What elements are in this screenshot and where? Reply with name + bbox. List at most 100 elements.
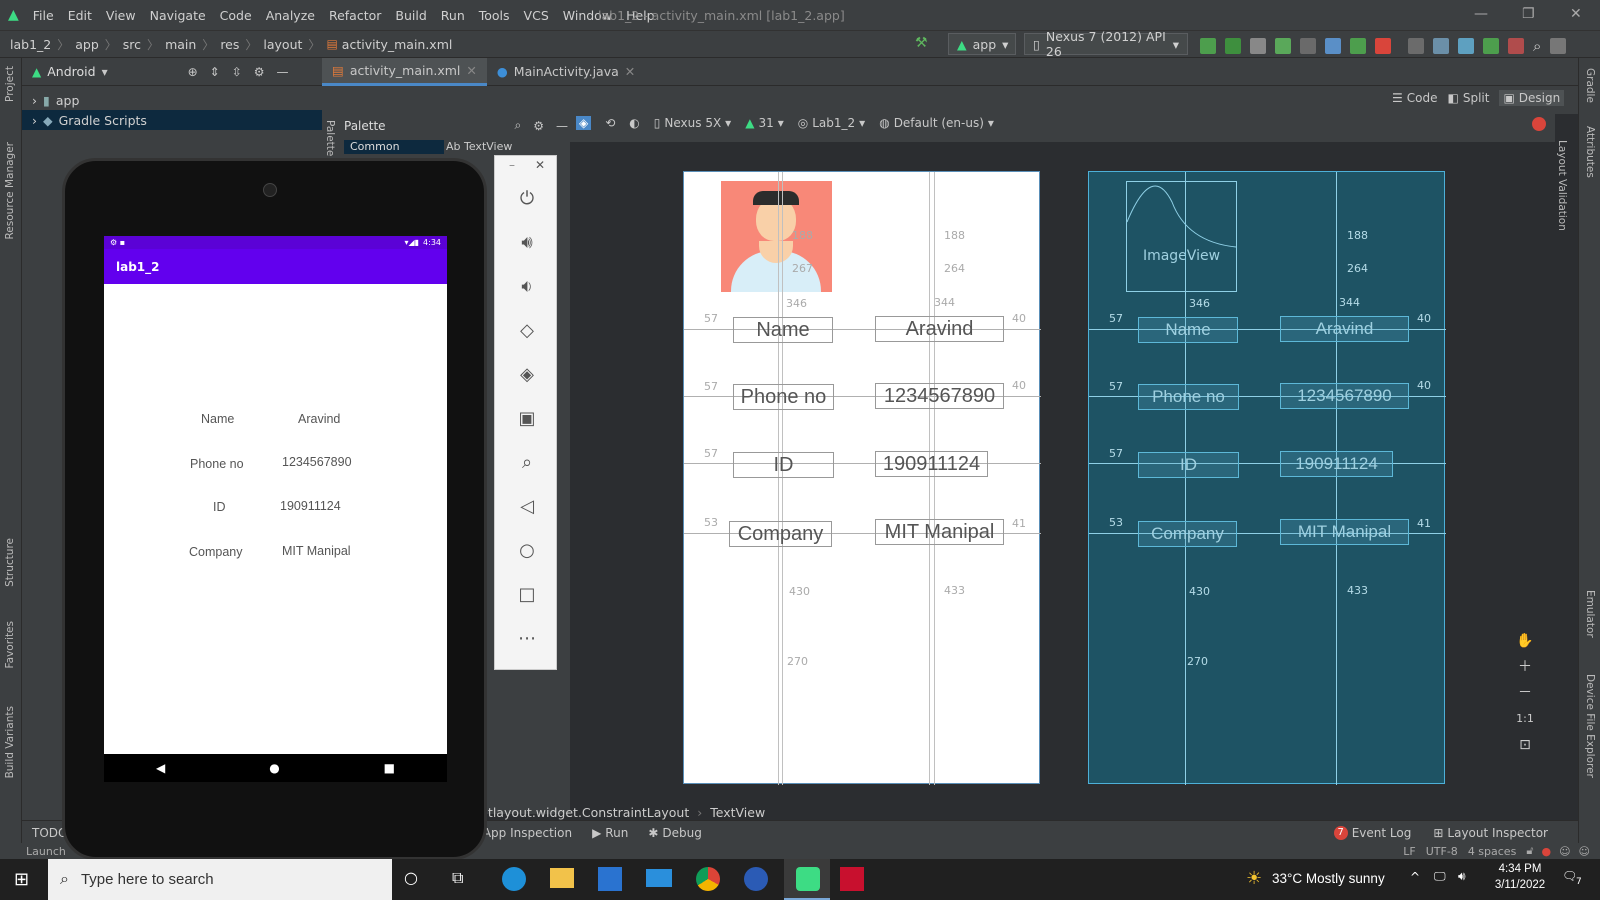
emulator-screen[interactable]: ⚙ ▪ ▾◢▮ 4:34 lab1_2 Name Aravind Phone n… [104, 236, 447, 782]
zoom-out-icon[interactable]: － [1510, 682, 1540, 704]
menu-navigate[interactable]: Navigate [150, 8, 206, 23]
bp-value-company[interactable]: MIT Manipal [1280, 519, 1409, 545]
line-separator[interactable]: LF [1403, 845, 1415, 858]
emulator-tab[interactable]: Emulator [1584, 590, 1596, 638]
locate-icon[interactable]: ⊕ [188, 65, 198, 79]
indent-setting[interactable]: 4 spaces [1468, 845, 1517, 858]
profile-icon[interactable] [1300, 38, 1316, 54]
project-structure-icon[interactable] [1408, 38, 1424, 54]
menu-edit[interactable]: Edit [68, 8, 92, 23]
sync-icon[interactable] [1458, 38, 1474, 54]
zoom-actual-size-button[interactable]: 1:1 [1510, 708, 1540, 730]
screenshot-icon[interactable]: ▣ [515, 408, 539, 432]
palette-side-tab[interactable]: Palette [324, 120, 336, 156]
bp-value-id[interactable]: 190911124 [1280, 451, 1393, 477]
code-mode-button[interactable]: ☰ Code [1392, 91, 1438, 105]
run-config-select[interactable]: ▲ app ▾ [948, 33, 1016, 55]
windows-start-icon[interactable]: ⊞ [14, 869, 29, 890]
weather-text[interactable]: 33°C Mostly sunny [1272, 871, 1385, 886]
acrobat-icon[interactable] [840, 867, 864, 891]
label-phone[interactable]: Phone no [733, 384, 834, 410]
mail-icon[interactable] [646, 869, 672, 887]
palette-item-textview[interactable]: Ab TextView [446, 140, 512, 153]
label-name[interactable]: Name [733, 317, 833, 343]
word-icon[interactable] [744, 867, 768, 891]
attributes-tab[interactable]: Attributes [1584, 126, 1596, 178]
menu-vcs[interactable]: VCS [524, 8, 549, 23]
breadcrumb-item[interactable]: app [75, 37, 99, 52]
lock-icon[interactable]: 🔓︎ [1526, 844, 1533, 858]
theme-dropdown[interactable]: ◎ Lab1_2 ▾ [798, 116, 865, 130]
design-mode-button[interactable]: ▣ Design [1499, 90, 1565, 106]
close-icon[interactable]: ✕ [1570, 6, 1582, 22]
volume-icon[interactable]: 🔊︎ [1458, 869, 1466, 884]
weather-icon[interactable]: ☀ [1246, 868, 1262, 889]
bug-icon[interactable] [1350, 38, 1366, 54]
menu-code[interactable]: Code [220, 8, 252, 23]
build-variants-tab[interactable]: Build Variants [4, 706, 16, 778]
volume-up-icon[interactable]: 🔊︎ [515, 232, 539, 256]
chrome-icon[interactable] [696, 867, 720, 891]
apply-changes-icon[interactable] [1225, 38, 1241, 54]
debug-tab[interactable]: ✱ Debug [648, 826, 702, 840]
avatar-image[interactable] [721, 181, 832, 292]
power-icon[interactable]: ⏻ [515, 188, 539, 212]
maximize-icon[interactable]: ❐ [1522, 6, 1535, 22]
gear-icon[interactable]: ⚙ [533, 119, 544, 133]
breadcrumb-item[interactable]: layout [263, 37, 302, 52]
home-icon[interactable]: ● [269, 761, 279, 775]
bp-label-name[interactable]: Name [1138, 317, 1238, 343]
menu-build[interactable]: Build [395, 8, 426, 23]
hide-icon[interactable]: — [277, 65, 289, 79]
close-tab-icon[interactable]: ✕ [625, 64, 635, 79]
collapse-all-icon[interactable]: ⇳ [232, 65, 242, 79]
search-icon[interactable]: ⌕ [1533, 37, 1541, 55]
menu-analyze[interactable]: Analyze [266, 8, 315, 23]
imageview-outline[interactable]: ImageView [1126, 181, 1237, 292]
layout-validation-tab[interactable]: Layout Validation [1556, 140, 1568, 231]
file-encoding[interactable]: UTF-8 [1426, 845, 1458, 858]
chevron-down-icon[interactable]: ▾ [102, 65, 108, 79]
more-icon[interactable]: ⋯ [515, 628, 539, 652]
api-dropdown[interactable]: ▲ 31 ▾ [745, 116, 784, 130]
label-company[interactable]: Company [729, 521, 832, 547]
rotate-right-icon[interactable]: ◈ [515, 364, 539, 388]
tree-item-gradle-scripts[interactable]: › ◆ Gradle Scripts [22, 110, 322, 130]
debug-icon[interactable] [1275, 38, 1291, 54]
value-company[interactable]: MIT Manipal [875, 519, 1004, 545]
menu-file[interactable]: File [33, 8, 54, 23]
bp-label-id[interactable]: ID [1138, 452, 1239, 478]
zoom-to-fit-icon[interactable]: ⊡ [1510, 734, 1540, 756]
tree-item-app[interactable]: › ▮ app [22, 90, 322, 110]
breadcrumb-item[interactable]: lab1_2 [10, 37, 51, 52]
resource-manager-tab[interactable]: Resource Manager [4, 142, 16, 240]
minimize-icon[interactable]: — [1474, 6, 1488, 22]
device-select[interactable]: ▯ Nexus 7 (2012) API 26 ▾ [1024, 29, 1188, 59]
layout-inspector-tab[interactable]: ⊞ Layout Inspector [1433, 826, 1548, 840]
event-log-tab[interactable]: 7 Event Log [1333, 825, 1411, 840]
breadcrumb-item[interactable]: activity_main.xml [342, 37, 453, 52]
bp-value-phone[interactable]: 1234567890 [1280, 383, 1409, 409]
overview-icon[interactable]: □ [515, 584, 539, 608]
task-view-icon[interactable]: ⧉ [452, 868, 463, 888]
network-icon[interactable]: 🖵︎ [1434, 869, 1446, 884]
sdk-manager-icon[interactable] [1483, 38, 1499, 54]
bp-label-phone[interactable]: Phone no [1138, 384, 1239, 410]
path-item[interactable]: TextView [710, 805, 765, 820]
locale-dropdown[interactable]: ◍ Default (en-us) ▾ [879, 116, 994, 130]
favorites-tab[interactable]: Favorites [4, 621, 16, 668]
back-icon[interactable]: ◁ [515, 496, 539, 520]
pan-icon[interactable]: ✋ [1510, 630, 1540, 652]
menu-refactor[interactable]: Refactor [329, 8, 381, 23]
project-tool-tab[interactable]: Project [4, 66, 16, 102]
edge-icon[interactable] [502, 867, 526, 891]
value-phone[interactable]: 1234567890 [875, 383, 1004, 409]
error-indicator-icon[interactable]: ● [1541, 845, 1551, 858]
zoom-in-icon[interactable]: ＋ [1510, 656, 1540, 678]
cortana-icon[interactable]: ○ [404, 868, 418, 887]
tab-main-activity[interactable]: ● MainActivity.java ✕ [487, 58, 645, 86]
blueprint-preview[interactable]: ImageView Name Aravind Phone no 12345678… [1088, 171, 1446, 785]
label-id[interactable]: ID [733, 452, 834, 478]
error-icon[interactable] [1532, 117, 1546, 131]
device-manager-icon[interactable] [1508, 38, 1524, 54]
